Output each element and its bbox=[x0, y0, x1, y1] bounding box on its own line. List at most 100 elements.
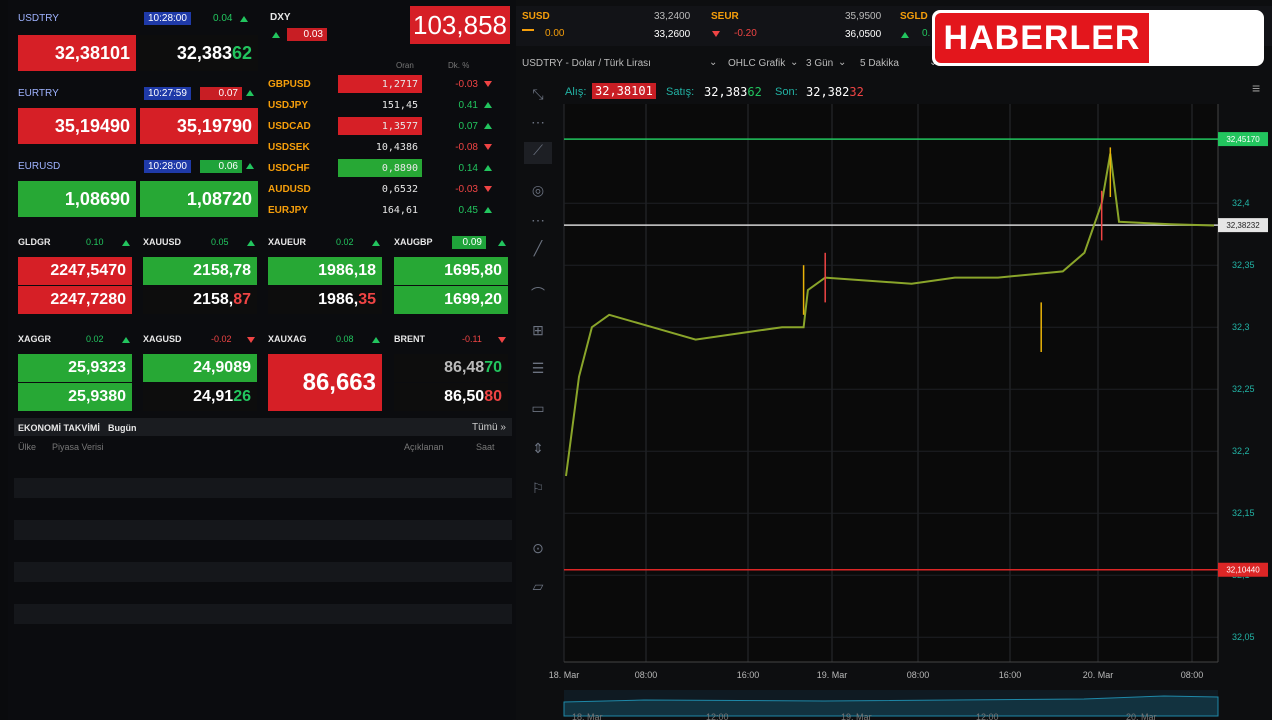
range-select[interactable]: 3 Gün bbox=[806, 58, 833, 69]
x-tick-label: 08:00 bbox=[635, 670, 658, 680]
fx-row[interactable]: GBPUSD 1,2717 -0.03 bbox=[268, 74, 512, 94]
eurusd-bid-small: 90 bbox=[109, 188, 130, 209]
eurusd-ask-small: 20 bbox=[231, 188, 252, 209]
calendar-subtitle[interactable]: Bugün bbox=[108, 423, 137, 433]
usdtry-bid-small: 01 bbox=[109, 42, 130, 63]
up-arrow-icon bbox=[122, 337, 130, 343]
y-tick-label: 32,4 bbox=[1232, 198, 1250, 208]
y-tick-label: 32,05 bbox=[1232, 632, 1255, 642]
fx-row[interactable]: USDSEK 10,4386 -0.08 bbox=[268, 137, 512, 157]
eurtry-bid-box[interactable]: 35,194 90 bbox=[18, 108, 136, 144]
fx-row[interactable]: USDCAD 1,3577 0.07 bbox=[268, 116, 512, 136]
metal-value-box[interactable]: 2247,5470 bbox=[18, 257, 132, 285]
neutral-dash-icon bbox=[522, 29, 534, 31]
fx-price: 0,6532 bbox=[381, 183, 418, 195]
up-arrow-icon bbox=[247, 240, 255, 246]
up-arrow-icon bbox=[246, 90, 254, 96]
down-arrow-icon bbox=[498, 337, 506, 343]
x-tick-label: 20. Mar bbox=[1083, 670, 1114, 680]
eurusd-ask-box[interactable]: 1,087 20 bbox=[140, 181, 258, 217]
calendar-all-link[interactable]: Tümü » bbox=[472, 422, 506, 433]
interval-select[interactable]: 5 Dakika bbox=[860, 58, 899, 69]
navigator-tick: 20. Mar bbox=[1126, 712, 1157, 720]
metal-name: XAGGR bbox=[18, 334, 52, 344]
plot-area bbox=[564, 104, 1218, 662]
metal-change: -0.02 bbox=[211, 334, 232, 344]
up-arrow-icon bbox=[901, 32, 909, 38]
metal-value-box[interactable]: 2158,78 bbox=[143, 257, 257, 285]
chevron-down-icon[interactable]: ⌄ bbox=[790, 57, 798, 68]
calendar-col-country: Ülke bbox=[18, 442, 37, 452]
fx-symbol: GBPUSD bbox=[268, 78, 311, 90]
metal-value-box[interactable]: 25,9380 bbox=[18, 383, 132, 411]
metal-value-box[interactable]: 2158, 87 bbox=[143, 286, 257, 314]
metal-value-box[interactable]: 86,48 70 bbox=[394, 354, 508, 382]
metal-value-box[interactable]: 1695,80 bbox=[394, 257, 508, 285]
quote-seur-bid: 35,9500 bbox=[845, 11, 882, 22]
fx-row[interactable]: AUDUSD 0,6532 -0.03 bbox=[268, 179, 512, 199]
y-tick-label: 32,2 bbox=[1232, 446, 1250, 456]
chevron-down-icon[interactable]: ⌄ bbox=[838, 57, 846, 68]
x-tick-label: 08:00 bbox=[1181, 670, 1204, 680]
navigator-tick: 18. Mar bbox=[572, 712, 603, 720]
eurtry-ask-box[interactable]: 35,197 90 bbox=[140, 108, 258, 144]
tile-usdtry-time: 10:28:00 bbox=[144, 12, 191, 25]
metal-name: XAUXAG bbox=[268, 334, 307, 344]
metal-value-box[interactable]: 2247,7280 bbox=[18, 286, 132, 314]
ask-main: 32,383 bbox=[704, 85, 748, 99]
chevron-down-icon[interactable]: ⌄ bbox=[709, 57, 717, 68]
usdtry-ask-small: 62 bbox=[231, 42, 252, 63]
fx-price: 151,45 bbox=[381, 99, 418, 111]
eurusd-bid-main: 1,086 bbox=[64, 188, 110, 209]
fx-row[interactable]: USDJPY 151,45 0.41 bbox=[268, 95, 512, 115]
metal-value-box[interactable]: 86,663 bbox=[268, 354, 382, 411]
metal-name: XAUGBP bbox=[394, 237, 433, 247]
quote-seur-change: -0.20 bbox=[734, 28, 757, 39]
navigator-tick: 12:00 bbox=[706, 712, 729, 720]
dxy-value[interactable]: 103,858 bbox=[410, 6, 510, 44]
up-arrow-icon bbox=[246, 163, 254, 169]
metal-change: 0.09 bbox=[452, 236, 486, 249]
metal-name: XAGUSD bbox=[143, 334, 182, 344]
instrument-select[interactable]: USDTRY - Dolar / Türk Lirası bbox=[522, 58, 651, 69]
menu-icon[interactable]: ≡ bbox=[1252, 80, 1260, 96]
eurtry-ask-main: 35,197 bbox=[176, 115, 232, 136]
y-tick-label: 32,15 bbox=[1232, 508, 1255, 518]
usdtry-ask-box[interactable]: 32,383 62 bbox=[140, 35, 258, 71]
metal-value-box[interactable]: 1699,20 bbox=[394, 286, 508, 314]
down-arrow-icon bbox=[712, 31, 720, 37]
metal-change: -0.11 bbox=[462, 334, 482, 344]
x-tick-label: 16:00 bbox=[999, 670, 1022, 680]
metal-value-box[interactable]: 86,50 80 bbox=[394, 383, 508, 411]
fx-symbol: EURJPY bbox=[268, 204, 309, 216]
calendar-col-time: Saat bbox=[476, 442, 495, 452]
dxy-name: DXY bbox=[270, 12, 291, 23]
x-tick-label: 18. Mar bbox=[549, 670, 580, 680]
up-arrow-icon bbox=[498, 240, 506, 246]
fx-change: -0.03 bbox=[455, 78, 478, 90]
fx-symbol: AUDUSD bbox=[268, 183, 311, 195]
tile-eurtry-name: EURTRY bbox=[18, 88, 59, 99]
metal-value-box[interactable]: 1986, 35 bbox=[268, 286, 382, 314]
price-chart[interactable]: 18. Mar 08:00 16:00 19. Mar 08:00 16:00 20. Ma… bbox=[516, 100, 1272, 720]
metal-value-box[interactable]: 24,9089 bbox=[143, 354, 257, 382]
eurusd-bid-box[interactable]: 1,086 90 bbox=[18, 181, 136, 217]
fx-row[interactable]: EURJPY 164,61 0.45 bbox=[268, 200, 512, 220]
metal-value-box[interactable]: 25,9323 bbox=[18, 354, 132, 382]
eurusd-ask-main: 1,087 bbox=[186, 188, 232, 209]
up-arrow-icon bbox=[372, 240, 380, 246]
usdtry-ask-main: 32,383 bbox=[176, 42, 232, 63]
quote-sgld-change: 0. bbox=[922, 28, 931, 39]
fx-change: 0.07 bbox=[458, 120, 478, 132]
tile-usdtry-change: 0.04 bbox=[213, 13, 233, 24]
last-small: 32 bbox=[849, 85, 864, 99]
x-tick-label: 08:00 bbox=[907, 670, 930, 680]
metal-value-box[interactable]: 1986,18 bbox=[268, 257, 382, 285]
fx-price: 0,8890 bbox=[338, 159, 422, 177]
fx-row[interactable]: USDCHF 0,8890 0.14 bbox=[268, 158, 512, 178]
metal-value-box[interactable]: 24,91 26 bbox=[143, 383, 257, 411]
chart-type-select[interactable]: OHLC Grafik bbox=[728, 58, 785, 69]
calendar-row bbox=[14, 478, 512, 498]
usdtry-bid-box[interactable]: 32,381 01 bbox=[18, 35, 136, 71]
tile-eurusd-name: EURUSD bbox=[18, 161, 61, 172]
